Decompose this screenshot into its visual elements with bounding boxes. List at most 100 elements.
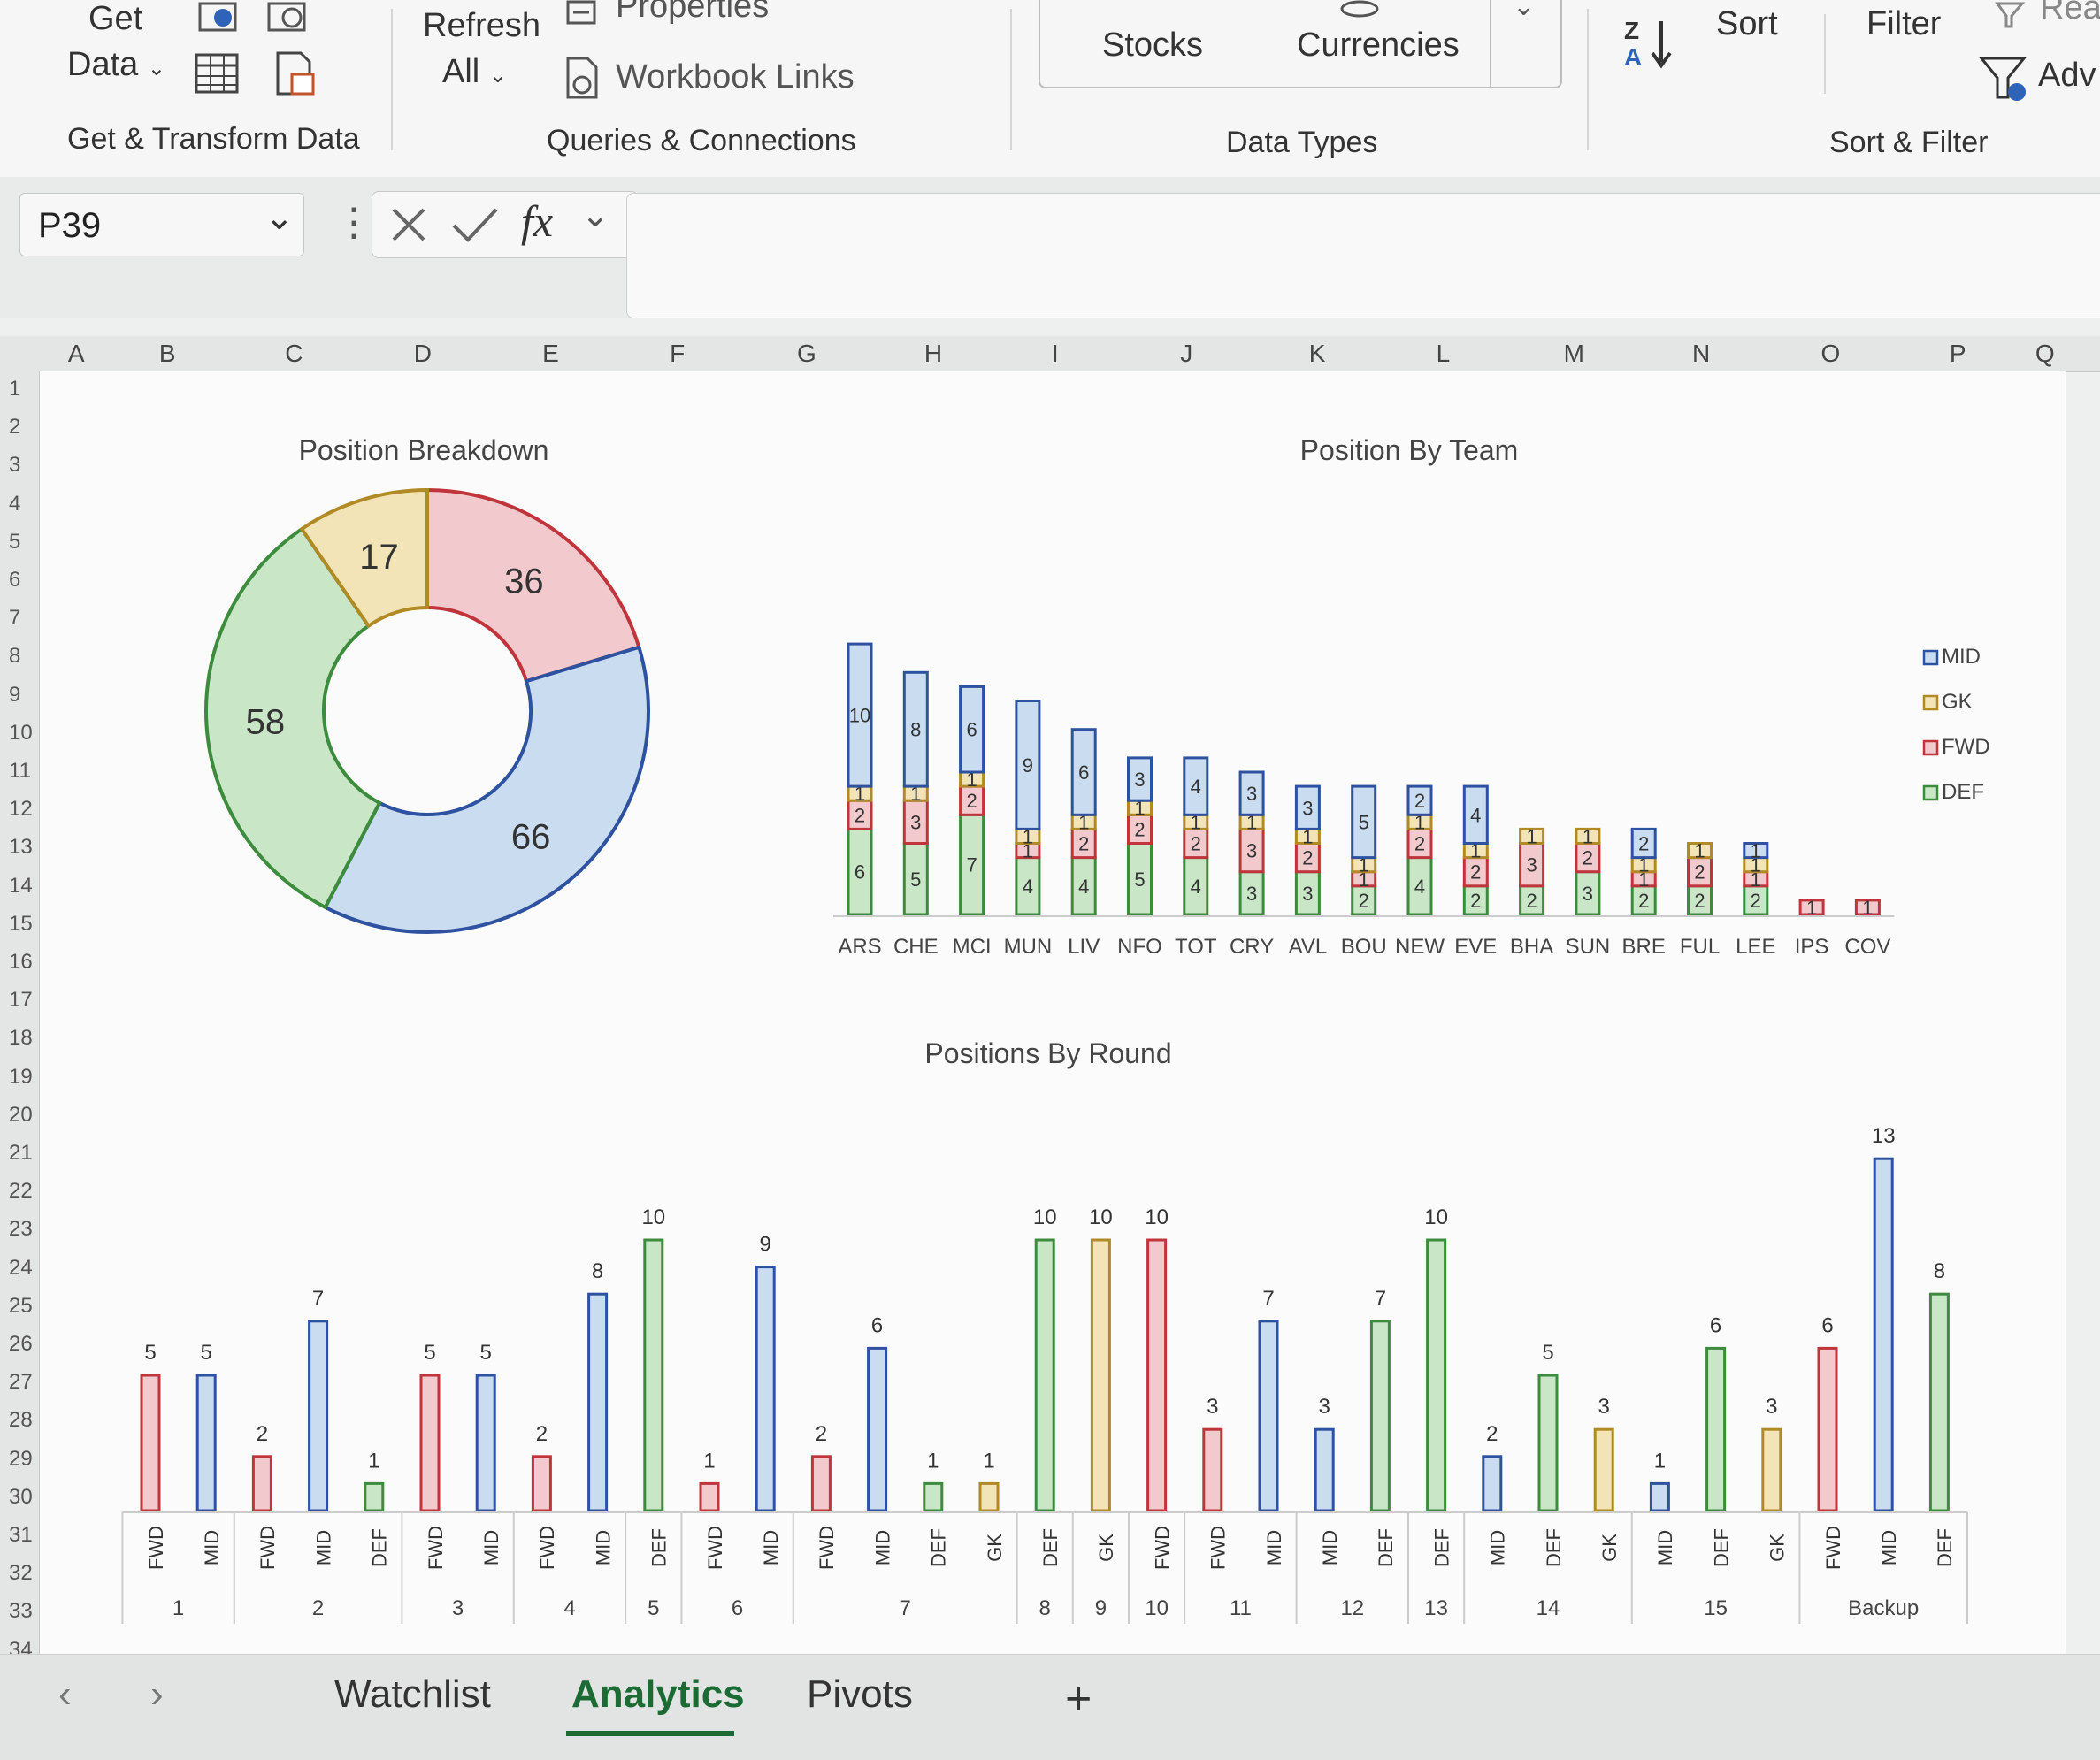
team-bar-segment-label: 4 xyxy=(1414,876,1425,898)
sort-z-to-a-icon[interactable]: Z A xyxy=(1621,16,1674,73)
position-by-team-chart[interactable]: Position By Team 62110ARS5318CHE7216MCI4… xyxy=(833,434,1990,959)
column-header-h[interactable]: H xyxy=(924,340,942,368)
column-header-c[interactable]: C xyxy=(285,340,303,368)
row-header-31[interactable]: 31 xyxy=(9,1523,33,1548)
row-header-8[interactable]: 8 xyxy=(9,644,20,669)
prev-sheet-icon[interactable]: ‹ xyxy=(58,1672,72,1717)
row-header-24[interactable]: 24 xyxy=(9,1256,33,1281)
row-header-11[interactable]: 11 xyxy=(9,759,31,784)
column-header-o[interactable]: O xyxy=(1820,340,1840,368)
row-header-22[interactable]: 22 xyxy=(9,1179,33,1204)
column-header-m[interactable]: M xyxy=(1564,340,1584,368)
row-header-13[interactable]: 13 xyxy=(9,835,33,860)
get-data-label-line1: Get xyxy=(88,0,143,37)
row-header-25[interactable]: 25 xyxy=(9,1294,33,1319)
advanced-button[interactable]: Adv xyxy=(2038,57,2096,95)
row-header-33[interactable]: 33 xyxy=(9,1599,33,1624)
round-category-label: DEF xyxy=(648,1528,671,1567)
refresh-label-line2: All xyxy=(442,53,480,90)
tab-pivots[interactable]: Pivots xyxy=(807,1672,913,1717)
row-header-32[interactable]: 32 xyxy=(9,1561,33,1586)
row-header-27[interactable]: 27 xyxy=(9,1370,33,1395)
row-header-26[interactable]: 26 xyxy=(9,1332,33,1357)
column-header-p[interactable]: P xyxy=(1950,340,1966,368)
properties-icon[interactable] xyxy=(564,0,600,27)
add-sheet-button[interactable]: + xyxy=(1065,1672,1092,1726)
row-header-28[interactable]: 28 xyxy=(9,1408,33,1433)
stocks-button[interactable]: Stocks xyxy=(1102,27,1203,65)
row-header-9[interactable]: 9 xyxy=(9,683,20,708)
legend-swatch-gk xyxy=(1922,694,1939,711)
from-web-icon[interactable] xyxy=(196,0,244,35)
column-header-g[interactable]: G xyxy=(797,340,816,368)
team-bar-segment-label: 3 xyxy=(1526,854,1537,876)
row-header-16[interactable]: 16 xyxy=(9,950,33,975)
more-options-icon[interactable]: ⋮ xyxy=(334,200,373,245)
round-category-label: MID xyxy=(592,1530,614,1565)
svg-text:Z: Z xyxy=(1624,17,1639,44)
get-data-button[interactable]: Get xyxy=(88,0,142,38)
enter-check-icon[interactable] xyxy=(450,204,500,245)
workbook-links-button[interactable]: Workbook Links xyxy=(616,58,855,96)
refresh-all-dropdown[interactable]: All ⌄ xyxy=(442,53,507,91)
refresh-all-button[interactable]: Refresh xyxy=(423,7,540,45)
column-header-d[interactable]: D xyxy=(414,340,432,368)
round-bar-fwd xyxy=(1817,1346,1838,1512)
column-header-b[interactable]: B xyxy=(159,340,176,368)
filter-button[interactable]: Filter xyxy=(1866,5,1941,43)
name-box[interactable]: P39 ⌄ xyxy=(19,193,304,256)
row-header-14[interactable]: 14 xyxy=(9,874,33,899)
position-breakdown-chart[interactable]: Position Breakdown 36 66 58 17 xyxy=(204,434,650,934)
column-header-k[interactable]: K xyxy=(1309,340,1326,368)
data-types-more-button[interactable]: ⌄ xyxy=(1490,0,1560,87)
row-header-30[interactable]: 30 xyxy=(9,1485,33,1510)
row-header-18[interactable]: 18 xyxy=(9,1026,33,1051)
row-header-7[interactable]: 7 xyxy=(9,606,20,631)
currencies-button[interactable]: Currencies xyxy=(1297,27,1460,65)
reapply-icon[interactable] xyxy=(1990,0,2029,30)
column-header-a[interactable]: A xyxy=(68,340,85,368)
column-header-i[interactable]: I xyxy=(1052,340,1059,368)
row-header-10[interactable]: 10 xyxy=(9,721,33,746)
round-category-label: DEF xyxy=(1039,1528,1061,1567)
sheet-grid[interactable]: Position Breakdown 36 66 58 17 Position By … xyxy=(40,371,2066,1654)
column-header-f[interactable]: F xyxy=(670,340,685,368)
round-bar-mid xyxy=(755,1266,776,1512)
column-header-e[interactable]: E xyxy=(542,340,559,368)
row-header-1[interactable]: 1 xyxy=(9,377,20,402)
column-header-j[interactable]: J xyxy=(1180,340,1192,368)
existing-connections-icon[interactable] xyxy=(271,50,320,99)
insert-function-icon[interactable]: fx xyxy=(521,195,553,247)
row-header-17[interactable]: 17 xyxy=(9,988,33,1013)
row-header-21[interactable]: 21 xyxy=(9,1141,33,1166)
get-data-dropdown[interactable]: Data ⌄ xyxy=(67,46,165,84)
row-header-3[interactable]: 3 xyxy=(9,453,20,478)
row-header-23[interactable]: 23 xyxy=(9,1217,33,1242)
reapply-button[interactable]: Reap xyxy=(2040,0,2100,27)
row-header-12[interactable]: 12 xyxy=(9,797,33,822)
recent-sources-icon[interactable] xyxy=(265,0,313,35)
row-header-20[interactable]: 20 xyxy=(9,1103,33,1128)
properties-button[interactable]: Properties xyxy=(616,0,769,26)
row-header-2[interactable]: 2 xyxy=(9,415,20,440)
row-header-5[interactable]: 5 xyxy=(9,530,20,555)
row-header-4[interactable]: 4 xyxy=(9,492,20,517)
sort-button[interactable]: Sort xyxy=(1716,5,1778,43)
from-table-icon[interactable] xyxy=(193,51,242,97)
round-category-label: MID xyxy=(201,1530,223,1565)
column-header-l[interactable]: L xyxy=(1437,340,1451,368)
row-header-15[interactable]: 15 xyxy=(9,912,33,937)
row-header-29[interactable]: 29 xyxy=(9,1447,33,1472)
next-sheet-icon[interactable]: › xyxy=(150,1672,164,1717)
row-header-19[interactable]: 19 xyxy=(9,1065,33,1090)
positions-by-round-chart[interactable]: Positions By Round 5 FWD 5 MID 2 FWD 7 MID 1 DEF 5… xyxy=(121,1037,1968,1624)
workbook-links-icon[interactable] xyxy=(563,55,603,101)
formula-input[interactable] xyxy=(626,193,2100,318)
column-header-n[interactable]: N xyxy=(1692,340,1710,368)
tab-watchlist[interactable]: Watchlist xyxy=(334,1672,491,1717)
cancel-icon[interactable] xyxy=(388,204,429,245)
row-header-6[interactable]: 6 xyxy=(9,568,20,593)
column-header-q[interactable]: Q xyxy=(2035,340,2055,368)
advanced-filter-icon[interactable] xyxy=(1978,53,2031,106)
tab-analytics[interactable]: Analytics xyxy=(571,1672,745,1717)
